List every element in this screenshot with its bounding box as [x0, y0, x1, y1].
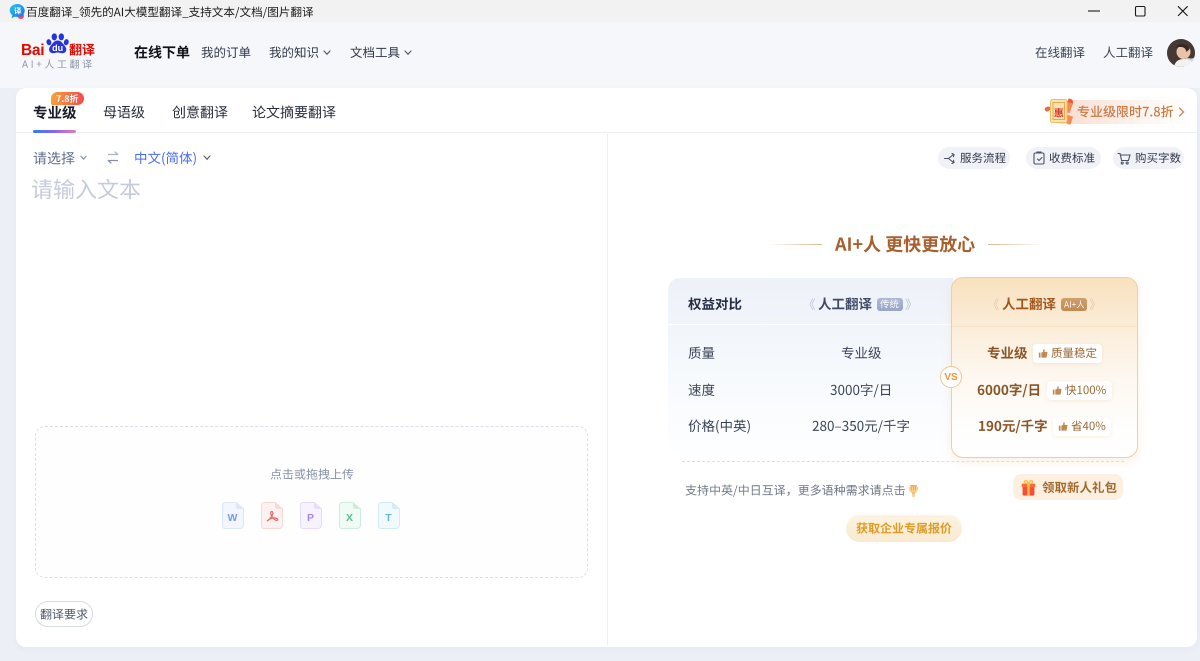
svg-text:X: X [346, 512, 353, 524]
svg-text:du: du [52, 43, 63, 53]
svg-text:T: T [385, 512, 392, 524]
svg-text:P: P [307, 512, 314, 524]
svg-text:Bai: Bai [21, 42, 44, 57]
svg-text:W: W [228, 512, 238, 524]
